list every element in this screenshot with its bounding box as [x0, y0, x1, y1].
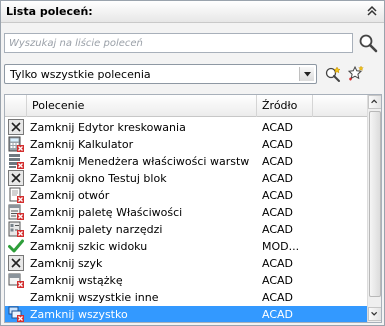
- table-row[interactable]: Zamknij otwór ACAD: [5, 187, 367, 204]
- commands-table: Polecenie Źródło Zamknij Edytor kreskowa…: [4, 94, 382, 323]
- command-source: ACAD: [262, 291, 294, 304]
- table-row[interactable]: Zamknij Edytor kreskowania ACAD: [5, 119, 367, 136]
- command-source: ACAD: [262, 308, 294, 321]
- search-input[interactable]: [5, 34, 352, 52]
- properties-close-icon: [8, 204, 24, 220]
- command-name: Zamknij otwór: [30, 189, 110, 202]
- header-source-column[interactable]: Źródło: [257, 95, 313, 117]
- command-source: ACAD: [262, 155, 294, 168]
- close-x-icon: [8, 119, 24, 135]
- close-x-icon: [8, 255, 24, 271]
- header-command-column[interactable]: Polecenie: [27, 95, 257, 117]
- document-close-icon: [9, 187, 24, 203]
- chevron-down-icon: [371, 311, 378, 316]
- command-source: ACAD: [262, 206, 294, 219]
- windows-close-icon: [8, 306, 24, 322]
- command-source: ACAD: [262, 172, 294, 185]
- table-row[interactable]: Zamknij szyk ACAD: [5, 255, 367, 272]
- table-row[interactable]: Zamknij okno Testuj blok ACAD: [5, 170, 367, 187]
- filter-dropdown[interactable]: Tylko wszystkie polecenia: [4, 64, 317, 84]
- table-header: Polecenie Źródło: [5, 95, 367, 117]
- command-source: ACAD: [262, 189, 294, 202]
- table-row[interactable]: Zamknij palety narzędzi ACAD: [5, 221, 367, 238]
- filter-search-icon[interactable]: [323, 64, 343, 84]
- search-field[interactable]: [4, 33, 353, 53]
- command-name: Zamknij Menedżera właściwości warstw: [30, 155, 250, 168]
- command-name: Zamknij szkic widoku: [30, 240, 148, 253]
- dropdown-arrow[interactable]: [299, 67, 314, 81]
- vertical-scrollbar[interactable]: [367, 95, 381, 322]
- chevron-down-icon: [304, 72, 311, 77]
- filter-selected-value: Tylko wszystkie polecenia: [10, 68, 151, 81]
- command-name: Zamknij szyk: [30, 257, 103, 270]
- table-row[interactable]: Zamknij Menedżera właściwości warstw ACA…: [5, 153, 367, 170]
- layers-close-icon: [9, 154, 24, 169]
- panel-title: Lista poleceń:: [6, 5, 93, 18]
- table-row[interactable]: Zamknij szkic widoku MOD...: [5, 238, 367, 255]
- command-name: Zamknij Kalkulator: [30, 138, 134, 151]
- panel-title-bar: Lista poleceń:: [1, 1, 384, 23]
- scroll-up-button[interactable]: [368, 95, 381, 109]
- command-list-panel: Lista poleceń: Tylko wszystkie polecenia: [0, 0, 385, 326]
- command-source: ACAD: [262, 138, 294, 151]
- command-name: Zamknij Edytor kreskowania: [30, 121, 186, 134]
- table-rows: Zamknij Edytor kreskowania ACAD Zamknij …: [5, 119, 367, 322]
- table-row-selected[interactable]: Zamknij wszystko ACAD: [5, 306, 367, 322]
- command-source: ACAD: [262, 257, 294, 270]
- command-name: Zamknij wszystkie inne: [30, 291, 159, 304]
- search-icon[interactable]: [357, 32, 379, 54]
- command-source: ACAD: [262, 274, 294, 287]
- command-name: Zamknij wszystko: [30, 308, 128, 321]
- header-icon-column: [5, 95, 27, 117]
- table-row[interactable]: Zamknij Kalkulator ACAD: [5, 136, 367, 153]
- chevron-up-icon: [371, 99, 378, 104]
- command-source: ACAD: [262, 121, 294, 134]
- command-name: Zamknij paletę Właściwości: [30, 206, 183, 219]
- scroll-down-button[interactable]: [368, 307, 381, 321]
- ribbon-close-icon: [8, 273, 24, 288]
- scroll-thumb[interactable]: [369, 111, 381, 297]
- header-command-label: Polecenie: [32, 99, 85, 112]
- collapse-chevron-icon[interactable]: [365, 4, 379, 18]
- checkmark-icon: [8, 239, 24, 253]
- table-row[interactable]: Zamknij wstążkę ACAD: [5, 272, 367, 289]
- table-row[interactable]: Zamknij paletę Właściwości ACAD: [5, 204, 367, 221]
- command-name: Zamknij okno Testuj blok: [30, 172, 167, 185]
- command-source: MOD...: [262, 240, 300, 253]
- toolpalette-close-icon: [8, 221, 24, 237]
- command-name: Zamknij palety narzędzi: [30, 223, 163, 236]
- header-source-label: Źródło: [262, 99, 298, 112]
- close-x-icon: [8, 170, 24, 186]
- command-source: ACAD: [262, 223, 294, 236]
- command-name: Zamknij wstążkę: [30, 274, 123, 287]
- calculator-close-icon: [8, 136, 24, 152]
- favorites-star-icon[interactable]: [346, 64, 366, 84]
- table-row[interactable]: Zamknij wszystkie inne ACAD: [5, 289, 367, 306]
